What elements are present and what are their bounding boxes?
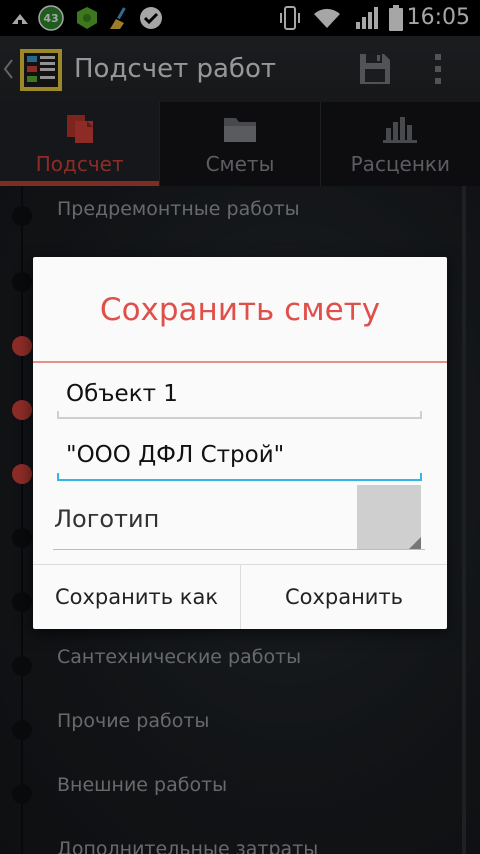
object-name-underline-tick	[57, 411, 59, 419]
object-name-underline-tick	[420, 411, 422, 419]
save-button[interactable]: Сохранить	[241, 565, 447, 629]
logo-label: Логотип	[54, 505, 160, 533]
object-name-underline	[57, 417, 422, 419]
logo-row-divider	[53, 549, 425, 550]
save-as-button[interactable]: Сохранить как	[33, 565, 240, 629]
dialog-title-divider	[33, 361, 447, 363]
company-name-underline-tick	[420, 473, 422, 481]
save-estimate-dialog: Сохранить смету Логотип Сохранить как Со…	[33, 257, 447, 629]
dialog-title: Сохранить смету	[99, 292, 381, 328]
company-name-underline-tick	[57, 473, 59, 481]
company-name-input[interactable]	[58, 434, 423, 476]
logo-picker[interactable]	[357, 485, 421, 549]
company-name-underline	[57, 479, 422, 481]
object-name-input[interactable]	[58, 373, 423, 415]
